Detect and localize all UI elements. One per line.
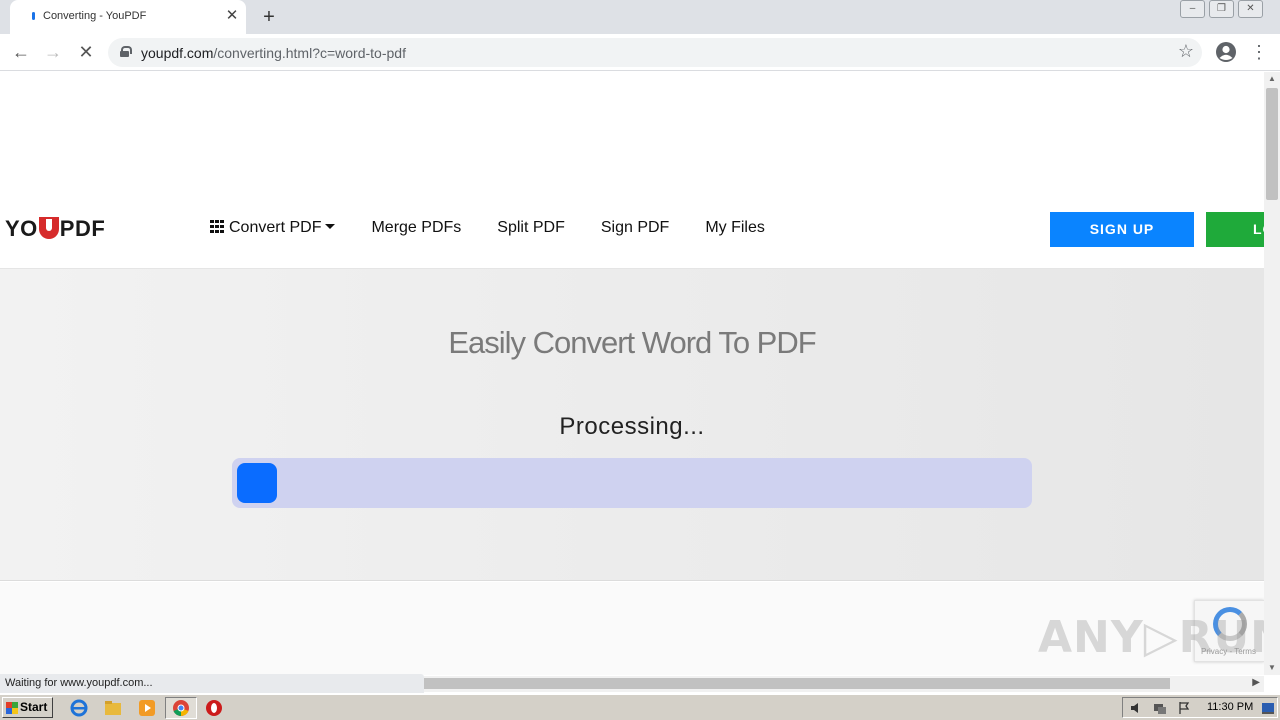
horizontal-scrollbar-thumb[interactable] (424, 678, 1170, 689)
minimize-button[interactable]: – (1180, 0, 1205, 18)
status-bubble: Waiting for www.youpdf.com... (0, 674, 424, 693)
window-controls: – ❐ ✕ (1180, 0, 1267, 18)
processing-status: Processing... (559, 413, 705, 440)
progress-bar-fill (237, 463, 277, 503)
status-text: Waiting for www.youpdf.com... (5, 677, 153, 689)
show-desktop-icon[interactable] (1261, 701, 1275, 715)
main-nav: Convert PDF Merge PDFs Split PDF Sign PD… (210, 219, 801, 237)
bookmark-star-icon[interactable]: ☆ (1178, 41, 1194, 62)
lock-icon[interactable] (120, 46, 132, 57)
site-header: YO PDF Convert PDF Merge PDFs Split PDF S… (0, 197, 1264, 269)
browser-toolbar: ← → ✕ youpdf.com/converting.html?c=word-… (0, 34, 1280, 71)
nav-split-pdf[interactable]: Split PDF (497, 219, 565, 237)
chrome-taskbar-button[interactable] (165, 697, 197, 719)
grid-icon (210, 220, 225, 233)
sign-up-button[interactable]: SIGN UP (1050, 212, 1194, 247)
conversion-hero: Easily Convert Word To PDF Processing... (0, 269, 1264, 581)
stop-loading-button[interactable]: ✕ (74, 40, 98, 64)
logo-mark-icon (38, 217, 59, 239)
tab-strip: Converting - YouPDF ✕ + – ❐ ✕ (0, 0, 1280, 34)
media-player-icon[interactable] (138, 699, 156, 717)
windows-taskbar: Start 11:30 PM (0, 694, 1280, 720)
tab-title: Converting - YouPDF (43, 10, 147, 22)
restore-button[interactable]: ❐ (1209, 0, 1234, 18)
chevron-down-icon (325, 224, 336, 229)
url-host: youpdf.com (141, 45, 214, 61)
nav-convert-label: Convert PDF (229, 219, 322, 236)
start-label: Start (20, 700, 48, 714)
loading-favicon-icon (32, 12, 35, 20)
logo-text-right: PDF (59, 216, 106, 241)
windows-flag-icon (6, 702, 18, 714)
network-icon[interactable] (1153, 701, 1167, 715)
logo-text-left: YO (5, 216, 38, 241)
scroll-up-icon[interactable]: ▲ (1264, 72, 1280, 86)
close-tab-icon[interactable]: ✕ (223, 7, 241, 25)
ad-space (0, 72, 1264, 197)
page-viewport: YO PDF Convert PDF Merge PDFs Split PDF S… (0, 72, 1264, 675)
scroll-down-icon[interactable]: ▼ (1264, 661, 1280, 675)
youpdf-logo[interactable]: YO PDF (5, 216, 105, 242)
scrollbar-thumb[interactable] (1266, 88, 1278, 200)
horizontal-scrollbar[interactable]: ▶ (424, 676, 1264, 692)
browser-menu-icon[interactable]: ⋮ (1250, 40, 1268, 64)
profile-icon[interactable] (1214, 40, 1238, 64)
vertical-scrollbar[interactable]: ▲ ▼ (1264, 72, 1280, 675)
scroll-right-icon[interactable]: ▶ (1252, 677, 1260, 688)
opera-icon[interactable] (205, 699, 223, 717)
anyrun-watermark: ANY▷RUN (1038, 612, 1264, 663)
volume-icon[interactable] (1129, 701, 1143, 715)
explorer-icon[interactable] (104, 699, 122, 717)
screen: Converting - YouPDF ✕ + – ❐ ✕ ← → ✕ youp… (0, 0, 1280, 720)
progress-bar (232, 458, 1032, 508)
action-center-flag-icon[interactable] (1177, 701, 1191, 715)
back-button[interactable]: ← (9, 40, 33, 64)
browser-tab[interactable]: Converting - YouPDF ✕ (10, 0, 246, 34)
page-title: Easily Convert Word To PDF (448, 325, 816, 360)
nav-convert-pdf[interactable]: Convert PDF (210, 219, 336, 237)
nav-merge-pdfs[interactable]: Merge PDFs (371, 219, 461, 237)
url-path: /converting.html?c=word-to-pdf (213, 45, 406, 61)
nav-my-files[interactable]: My Files (705, 219, 765, 237)
url-text[interactable]: youpdf.com/converting.html?c=word-to-pdf (141, 45, 406, 61)
ie-icon[interactable] (70, 699, 88, 717)
chrome-icon (173, 700, 189, 717)
close-window-button[interactable]: ✕ (1238, 0, 1263, 18)
forward-button[interactable]: → (41, 40, 65, 64)
taskbar-clock[interactable]: 11:30 PM (1207, 701, 1253, 713)
address-bar[interactable]: youpdf.com/converting.html?c=word-to-pdf… (108, 38, 1202, 67)
start-button[interactable]: Start (2, 697, 53, 718)
nav-sign-pdf[interactable]: Sign PDF (601, 219, 669, 237)
login-button[interactable]: LO (1206, 212, 1264, 247)
system-tray: 11:30 PM (1122, 697, 1278, 718)
new-tab-button[interactable]: + (258, 6, 280, 28)
